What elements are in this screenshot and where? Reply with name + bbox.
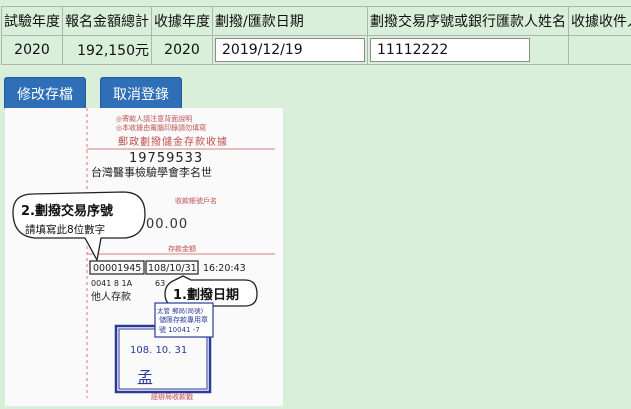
receipt-notice-2: ◎本收據由電腦印錄請勿填寫 — [116, 123, 206, 132]
stamp-line-3: 號 10041 -7 — [159, 325, 200, 334]
receipt-account-no: 19759533 — [129, 151, 203, 166]
receipt-code-line: 0041 8 1A — [91, 279, 133, 288]
cell-payment-date — [212, 35, 368, 65]
receipt-image: ◎寄款人請注意背面說明 ◎本收據由電腦印錄請勿填寫 郵政劃撥儲金存款收據 197… — [5, 108, 283, 406]
transaction-no-input[interactable] — [370, 38, 530, 62]
receipt-serial: 00001945 — [93, 263, 141, 274]
table-header-row: 試驗年度 報名金額總計 收據年度 劃撥/匯款日期 劃撥交易序號或銀行匯款人姓名 … — [1, 6, 631, 36]
cell-total-amount: 192,150元 — [62, 35, 152, 65]
receipt-time: 16:20:43 — [203, 263, 246, 274]
receipt-code-tail: 63 — [155, 279, 165, 288]
receipt-footer: 經辦局收款戳 — [151, 392, 193, 401]
receipt-date: 108/10/31 — [148, 263, 197, 274]
cell-receipt-year: 2020 — [151, 35, 213, 65]
cell-recipient — [568, 35, 631, 65]
header-recipient: 收據收件人 — [568, 6, 631, 36]
cancel-button[interactable]: 取消登錄 — [100, 77, 182, 110]
stamp-signature: 孟 — [137, 368, 153, 387]
save-button[interactable]: 修改存檔 — [4, 77, 86, 110]
cell-transaction-no — [367, 35, 569, 65]
callout-serial-title: 2.劃撥交易序號 — [21, 203, 113, 219]
payment-date-input[interactable] — [215, 38, 365, 62]
stamp-date: 108. 10. 31 — [130, 345, 187, 356]
receipt-payee: 台灣醫事檢驗學會李名世 — [91, 165, 212, 179]
stamp-line-1: 太管 郵局(局號) — [157, 306, 203, 315]
table-row: 2020 192,150元 2020 — [1, 35, 631, 65]
callout-date: 1.劃撥日期 — [173, 287, 239, 303]
header-payment-date: 劃撥/匯款日期 — [212, 6, 368, 36]
receipt-notice-1: ◎寄款人請注意背面說明 — [116, 114, 192, 123]
callout-serial-note: 請填寫此8位數字 — [25, 223, 105, 236]
header-total-amount: 報名金額總計 — [62, 6, 152, 36]
cell-exam-year: 2020 — [1, 35, 63, 65]
receipt-amount-label: 存款金額 — [168, 244, 196, 253]
header-transaction-no: 劃撥交易序號或銀行匯款人姓名 — [367, 6, 569, 36]
header-exam-year: 試驗年度 — [1, 6, 63, 36]
registration-table: 試驗年度 報名金額總計 收據年度 劃撥/匯款日期 劃撥交易序號或銀行匯款人姓名 … — [1, 6, 631, 65]
stamp-line-2: 儲匯存款專用章 — [159, 315, 208, 324]
receipt-deposit-type: 他人存款 — [91, 290, 131, 303]
header-receipt-year: 收據年度 — [151, 6, 213, 36]
receipt-account-label: 收款帳號戶名 — [175, 196, 217, 205]
receipt-title: 郵政劃撥儲金存款收據 — [118, 135, 228, 148]
